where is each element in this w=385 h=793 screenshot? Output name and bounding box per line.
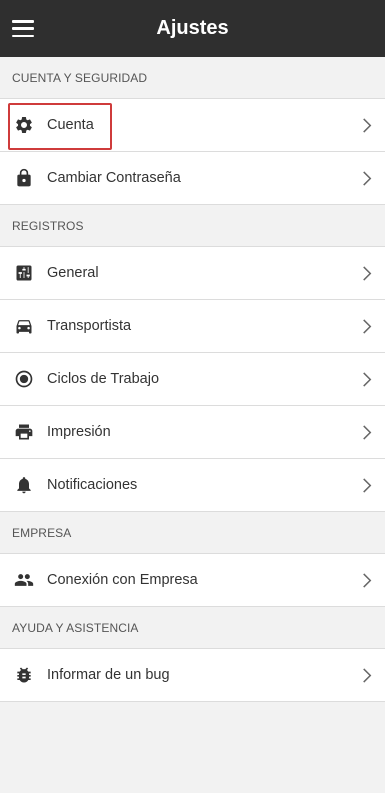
chevron-right-icon	[361, 265, 373, 281]
settings-item-label: Conexión con Empresa	[47, 572, 198, 588]
chevron-right-icon	[361, 318, 373, 334]
settings-item-general[interactable]: General	[0, 247, 385, 300]
chevron-right-icon	[361, 117, 373, 133]
settings-item-impresion[interactable]: Impresión	[0, 406, 385, 459]
section-header-registros: REGISTROS	[0, 205, 385, 247]
chevron-right-icon	[361, 477, 373, 493]
settings-item-cuenta[interactable]: Cuenta	[0, 99, 385, 152]
people-icon	[14, 570, 34, 590]
radio-circle-icon	[14, 369, 34, 389]
settings-item-transportista[interactable]: Transportista	[0, 300, 385, 353]
settings-item-label: Cambiar Contraseña	[47, 170, 181, 186]
hamburger-menu-icon[interactable]	[12, 20, 34, 37]
sliders-icon	[14, 263, 34, 283]
settings-item-label: Transportista	[47, 318, 132, 334]
settings-item-label: Informar de un bug	[47, 667, 170, 683]
chevron-right-icon	[361, 572, 373, 588]
settings-item-label: Cuenta	[47, 117, 94, 133]
settings-item-label: Notificaciones	[47, 477, 138, 493]
lock-icon	[14, 168, 34, 188]
settings-item-label: General	[47, 265, 99, 281]
section-header-ayuda-asistencia: AYUDA Y ASISTENCIA	[0, 607, 385, 649]
chevron-right-icon	[361, 170, 373, 186]
bell-icon	[14, 475, 34, 495]
settings-item-label: Ciclos de Trabajo	[47, 371, 160, 387]
section-header-empresa: EMPRESA	[0, 512, 385, 554]
settings-item-notificaciones[interactable]: Notificaciones	[0, 459, 385, 512]
section-header-cuenta-seguridad: CUENTA Y SEGURIDAD	[0, 57, 385, 99]
settings-item-conexion-empresa[interactable]: Conexión con Empresa	[0, 554, 385, 607]
page-title: Ajustes	[156, 17, 229, 39]
car-icon	[14, 316, 34, 336]
printer-icon	[14, 422, 34, 442]
bug-icon	[14, 665, 34, 685]
settings-item-ciclos-de-trabajo[interactable]: Ciclos de Trabajo	[0, 353, 385, 406]
chevron-right-icon	[361, 424, 373, 440]
settings-item-informar-bug[interactable]: Informar de un bug	[0, 649, 385, 702]
app-header: Ajustes	[0, 0, 385, 57]
settings-item-label: Impresión	[47, 424, 111, 440]
chevron-right-icon	[361, 667, 373, 683]
settings-item-cambiar-contrasena[interactable]: Cambiar Contraseña	[0, 152, 385, 205]
chevron-right-icon	[361, 371, 373, 387]
gear-icon	[14, 115, 34, 135]
